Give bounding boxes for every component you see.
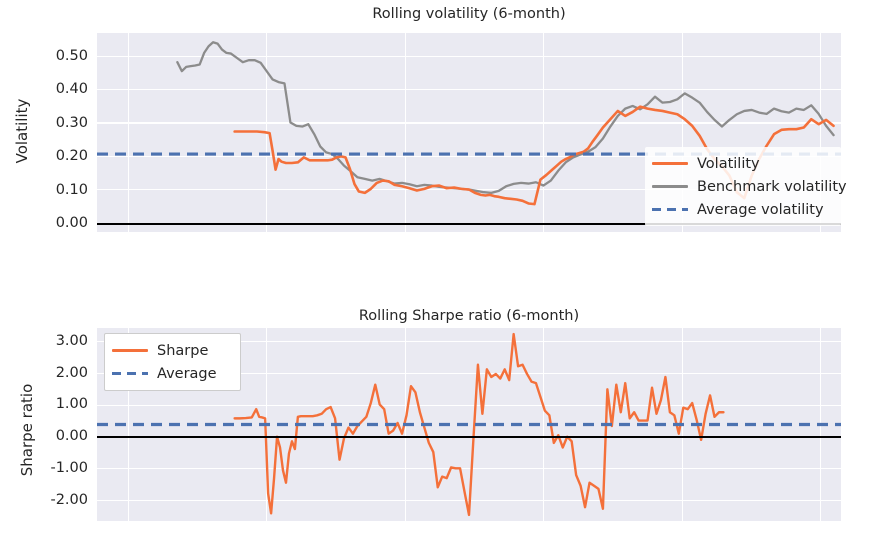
legend-item-benchmark-volatility[interactable]: Benchmark volatility <box>652 175 847 198</box>
y-tick-label: 0.00 <box>55 215 88 231</box>
chart-title-volatility: Rolling volatility (6-month) <box>372 6 566 22</box>
y-tick-label: 0.40 <box>55 81 88 97</box>
legend-label: Benchmark volatility <box>697 178 847 195</box>
legend-volatility[interactable]: Volatility Benchmark volatility Average … <box>645 147 847 226</box>
y-axis-label-volatility: Volatility <box>13 98 31 164</box>
y-tick-label: 3.00 <box>55 333 88 349</box>
matplotlib-figure: Rolling volatility (6-month) Volatility … <box>0 0 871 545</box>
y-tick-label: 0.20 <box>55 148 88 164</box>
panel-sharpe: Rolling Sharpe ratio (6-month) Sharpe ra… <box>0 280 871 545</box>
legend-sharpe[interactable]: Sharpe Average <box>104 333 241 391</box>
legend-swatch-line-icon <box>652 180 688 194</box>
zero-baseline-sharpe <box>97 435 841 438</box>
y-tick-label: 2.00 <box>55 365 88 381</box>
legend-item-average[interactable]: Average <box>112 362 231 385</box>
legend-label: Average <box>157 365 217 382</box>
legend-item-sharpe[interactable]: Sharpe <box>112 339 231 362</box>
legend-label: Sharpe <box>157 342 209 359</box>
y-tick-label: -2.00 <box>50 492 88 508</box>
legend-label: Average volatility <box>697 201 824 218</box>
legend-swatch-dashed-icon <box>652 203 688 217</box>
y-tick-label: 0.10 <box>55 182 88 198</box>
legend-label: Volatility <box>697 155 760 172</box>
chart-title-sharpe: Rolling Sharpe ratio (6-month) <box>358 308 580 324</box>
legend-swatch-dashed-icon <box>112 367 148 381</box>
y-tick-label: 0.30 <box>55 115 88 131</box>
y-tick-label: 0.50 <box>55 48 88 64</box>
y-tick-label: -1.00 <box>50 460 88 476</box>
legend-swatch-line-icon <box>652 157 688 171</box>
panel-volatility: Rolling volatility (6-month) Volatility … <box>0 0 871 270</box>
legend-swatch-line-icon <box>112 344 148 358</box>
legend-item-average-volatility[interactable]: Average volatility <box>652 198 832 221</box>
y-tick-label: 1.00 <box>55 396 88 412</box>
y-tick-label: 0.00 <box>55 428 88 444</box>
legend-item-volatility[interactable]: Volatility <box>652 152 832 175</box>
